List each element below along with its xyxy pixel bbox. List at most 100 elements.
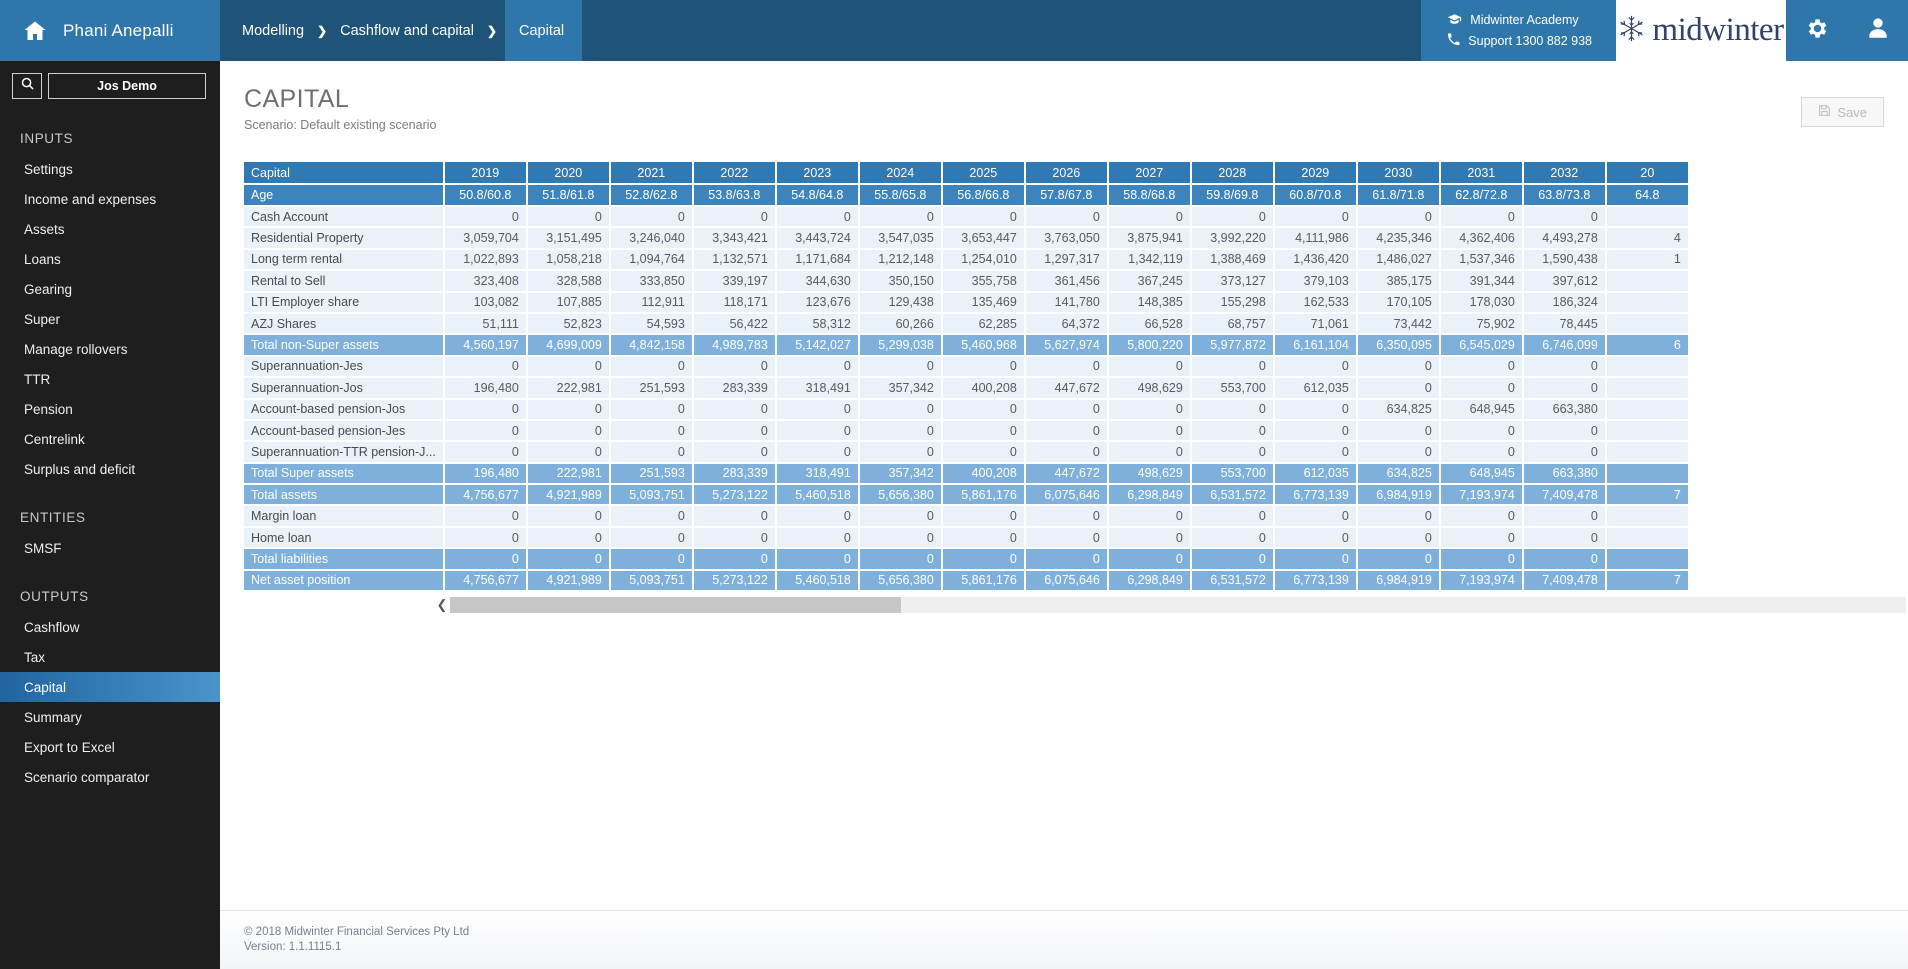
table-row-label: Cash Account <box>244 206 445 229</box>
breadcrumb-item-cashflow-and-capital[interactable]: Cashflow and capital <box>340 23 474 39</box>
sidebar-item-income-and-expenses[interactable]: Income and expenses <box>0 184 220 214</box>
table-cell: 118,171 <box>692 291 777 314</box>
sidebar-item-tax[interactable]: Tax <box>0 642 220 672</box>
table-cell: 0 <box>1273 419 1358 443</box>
table-cell: 0 <box>941 505 1026 528</box>
chevron-left-icon[interactable]: ❮ <box>434 597 450 613</box>
table-cell: 71,061 <box>1273 312 1358 336</box>
table-year-header: 2023 <box>775 162 860 185</box>
table-corner-label: Capital <box>244 162 445 185</box>
table-row: Total assets 4,756,677 4,921,989 5,093,751 5… <box>244 484 1690 507</box>
chevron-right-icon: ❯ <box>317 23 328 38</box>
table-cell: 0 <box>1107 526 1192 550</box>
table-age-cell: 55.8/65.8 <box>858 184 943 207</box>
table-cell: 6,350,095 <box>1356 334 1441 357</box>
table-cell: 283,339 <box>692 377 777 400</box>
table-cell: 0 <box>1273 441 1358 464</box>
scrollbar-track[interactable] <box>450 597 1906 614</box>
midwinter-logo[interactable]: midwinter <box>1616 0 1786 61</box>
table-cell: 0 <box>858 548 943 571</box>
sidebar-item-settings[interactable]: Settings <box>0 154 220 184</box>
table-cell: 0 <box>941 526 1026 550</box>
sidebar-item-super[interactable]: Super <box>0 304 220 334</box>
sidebar-item-pension[interactable]: Pension <box>0 394 220 424</box>
sidebar-item-capital[interactable]: Capital <box>0 672 220 702</box>
sidebar-item-centrelink[interactable]: Centrelink <box>0 424 220 454</box>
sidebar-item-assets[interactable]: Assets <box>0 214 220 244</box>
table-cell: 1,590,438 <box>1522 248 1607 272</box>
table-row: Cash Account 0 0 0 0 0 0 0 0 0 0 0 0 0 0 <box>244 206 1690 229</box>
academy-link[interactable]: Midwinter Academy <box>1447 13 1592 28</box>
brand-home-block[interactable]: Phani Anepalli <box>0 0 220 61</box>
table-row: Net asset position 4,756,677 4,921,989 5,09… <box>244 569 1690 593</box>
table-cell: 0 <box>443 206 528 229</box>
page-title-block: CAPITAL Scenario: Default existing scena… <box>244 85 436 132</box>
table-cell: 58,312 <box>775 312 860 336</box>
table-row: LTI Employer share 103,082 107,885 112,911 1… <box>244 291 1690 314</box>
table-cell: 0 <box>1439 548 1524 571</box>
client-selector[interactable]: Jos Demo <box>48 73 206 99</box>
sidebar-item-manage-rollovers[interactable]: Manage rollovers <box>0 334 220 364</box>
table-age-cell: 53.8/63.8 <box>692 184 777 207</box>
table-row-label: Account-based pension-Jos <box>244 398 445 421</box>
table-cell: 350,150 <box>858 270 943 293</box>
sidebar-item-scenario-comparator[interactable]: Scenario comparator <box>0 762 220 792</box>
table-year-header: 2022 <box>692 162 777 185</box>
table-age-cell: 57.8/67.8 <box>1024 184 1109 207</box>
table-cell <box>1605 377 1690 400</box>
table-cell: 0 <box>1439 377 1524 400</box>
table-cell: 0 <box>692 548 777 571</box>
table-cell: 51,111 <box>443 312 528 336</box>
age-row-label: Age <box>244 184 445 207</box>
breadcrumb-item-modelling[interactable]: Modelling <box>242 23 304 39</box>
sidebar-item-summary[interactable]: Summary <box>0 702 220 732</box>
sidebar-item-loans[interactable]: Loans <box>0 244 220 274</box>
table-cell: 0 <box>858 419 943 443</box>
table-cell: 0 <box>692 398 777 421</box>
table-cell: 1,132,571 <box>692 248 777 272</box>
table-cell: 4,493,278 <box>1522 227 1607 250</box>
table-cell: 0 <box>609 419 694 443</box>
gear-icon[interactable] <box>1804 16 1829 46</box>
table-row: Total liabilities 0 0 0 0 0 0 0 0 0 0 0 0 0 0 <box>244 548 1690 571</box>
table-cell: 68,757 <box>1190 312 1275 336</box>
table-cell: 498,629 <box>1107 377 1192 400</box>
user-menu-button[interactable] <box>1847 0 1908 61</box>
settings-button[interactable] <box>1786 0 1847 61</box>
table-cell: 1,388,469 <box>1190 248 1275 272</box>
table-row: Long term rental 1,022,893 1,058,218 1,094,… <box>244 248 1690 272</box>
table-cell: 3,992,220 <box>1190 227 1275 250</box>
save-button[interactable]: Save <box>1801 97 1884 127</box>
user-icon[interactable] <box>1865 15 1891 46</box>
table-cell: 56,422 <box>692 312 777 336</box>
sidebar-item-smsf[interactable]: SMSF <box>0 533 220 563</box>
sidebar-item-export-to-excel[interactable]: Export to Excel <box>0 732 220 762</box>
table-row-label: Total non-Super assets <box>244 334 445 357</box>
table-cell: 6,545,029 <box>1439 334 1524 357</box>
sidebar-item-gearing[interactable]: Gearing <box>0 274 220 304</box>
table-cell: 0 <box>443 441 528 464</box>
breadcrumb-active-label: Capital <box>519 22 565 39</box>
table-cell: 328,588 <box>526 270 611 293</box>
table-row-label: LTI Employer share <box>244 291 445 314</box>
table-cell: 0 <box>526 505 611 528</box>
sidebar-item-ttr[interactable]: TTR <box>0 364 220 394</box>
table-cell: 5,273,122 <box>692 569 777 593</box>
table-cell: 0 <box>775 505 860 528</box>
sidebar-item-cashflow[interactable]: Cashflow <box>0 612 220 642</box>
table-cell: 123,676 <box>775 291 860 314</box>
table-cell: 333,850 <box>609 270 694 293</box>
horizontal-scrollbar[interactable]: ❮ ❯ <box>434 596 1908 614</box>
table-cell: 5,299,038 <box>858 334 943 357</box>
search-button[interactable] <box>12 73 42 99</box>
breadcrumb-item-capital[interactable]: Capital <box>505 0 583 61</box>
home-icon[interactable] <box>22 19 48 43</box>
scrollbar-thumb[interactable] <box>450 597 902 614</box>
support-info[interactable]: Support 1300 882 938 <box>1447 33 1592 49</box>
table-cell: 634,825 <box>1356 462 1441 486</box>
table-cell: 0 <box>775 441 860 464</box>
search-icon[interactable] <box>20 76 35 96</box>
sidebar-item-surplus-and-deficit[interactable]: Surplus and deficit <box>0 454 220 484</box>
table-cell: 196,480 <box>443 377 528 400</box>
table-cell: 634,825 <box>1356 398 1441 421</box>
